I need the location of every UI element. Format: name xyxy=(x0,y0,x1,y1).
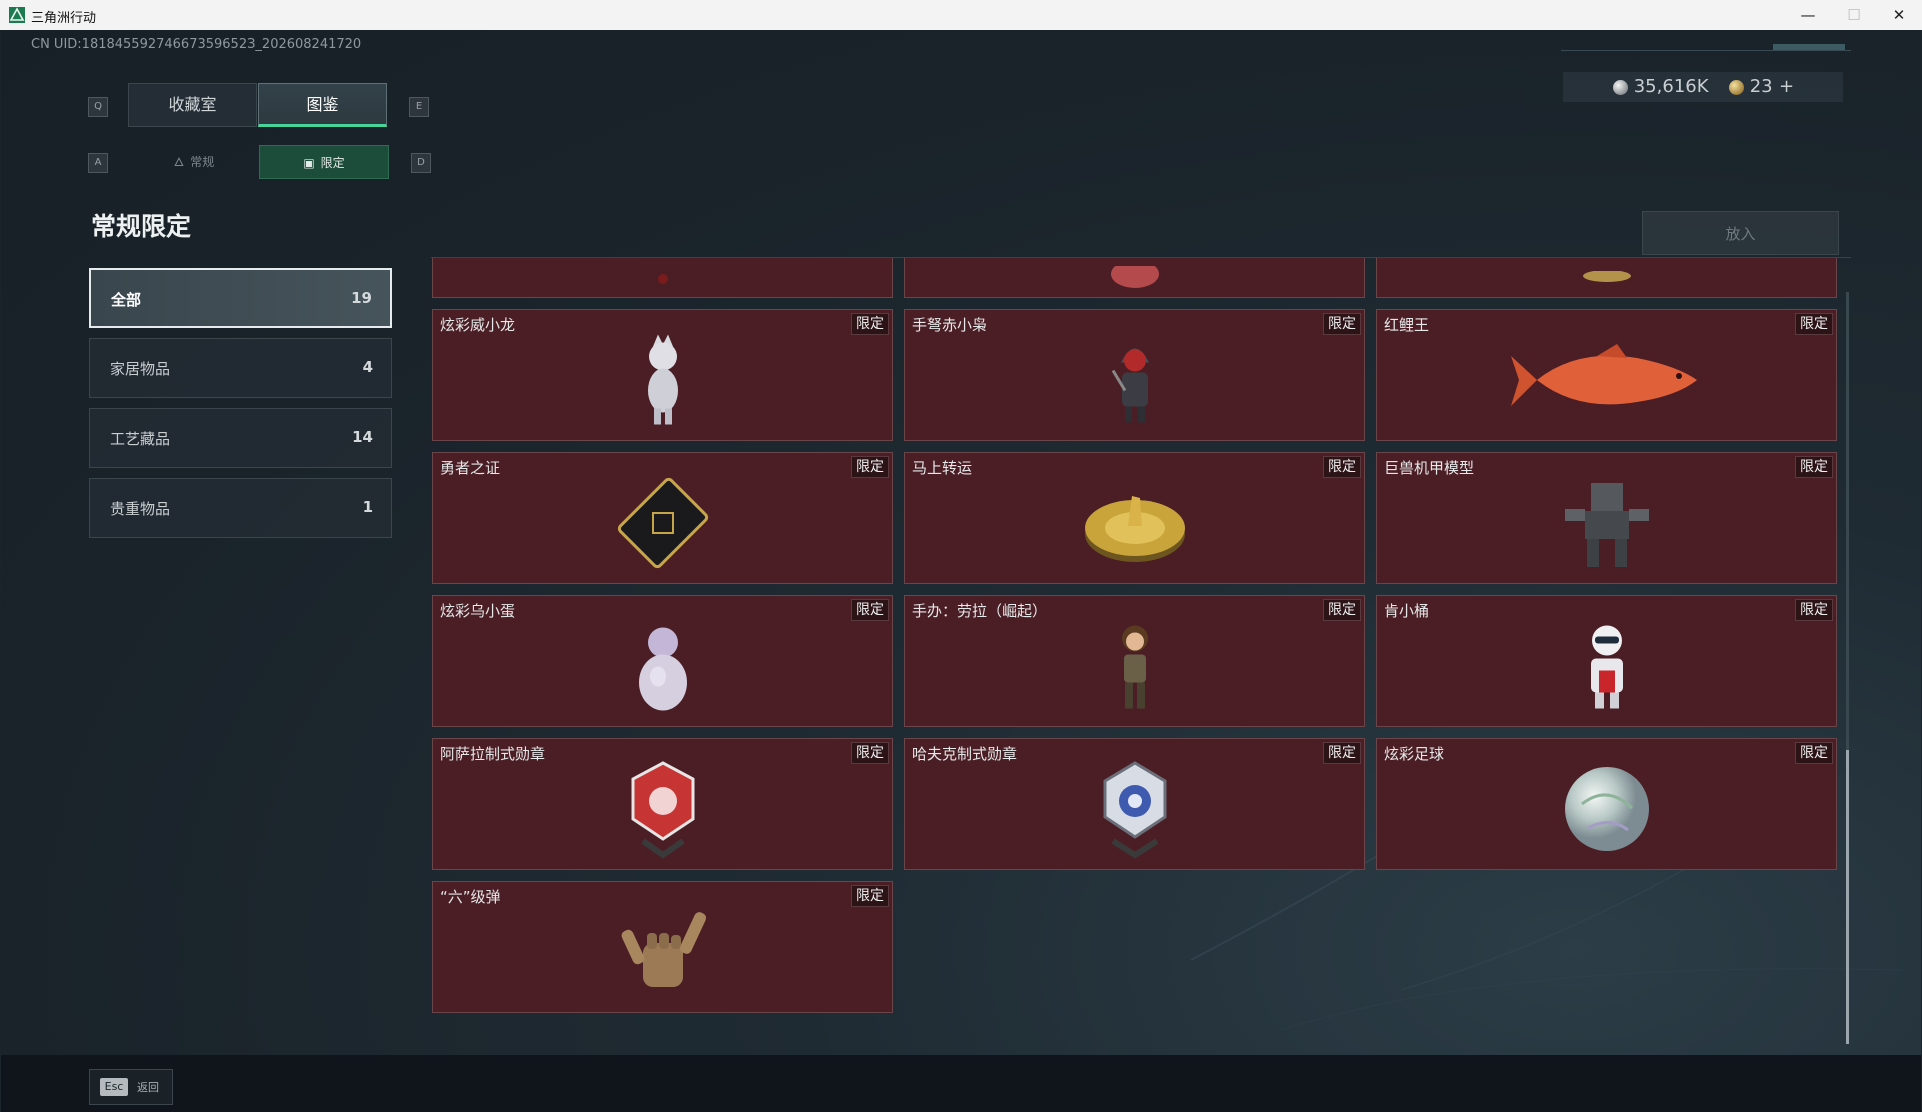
minimize-button[interactable]: — xyxy=(1785,0,1831,30)
limited-badge: 限定 xyxy=(1323,313,1361,335)
item-card[interactable]: 阿萨拉制式勋章 限定 xyxy=(432,738,893,870)
hud-accent xyxy=(1773,44,1845,50)
silver-coin-icon xyxy=(1613,79,1628,95)
maximize-button[interactable]: ☐ xyxy=(1831,0,1877,30)
item-card[interactable]: 炫彩足球 限定 xyxy=(1376,738,1837,870)
limited-badge: 限定 xyxy=(1795,742,1833,764)
category-valuables[interactable]: 贵重物品 1 xyxy=(89,478,392,538)
game-viewport: CN UID:18184559274667359652З_20260824172… xyxy=(1,30,1921,1112)
category-home-items[interactable]: 家居物品 4 xyxy=(89,338,392,398)
window-title: 三角洲行动 xyxy=(31,11,97,26)
limited-badge: 限定 xyxy=(1795,313,1833,335)
gold-coin-icon xyxy=(1729,79,1744,95)
badge-card-icon xyxy=(617,478,708,569)
grid-scrollbar-thumb[interactable] xyxy=(1846,750,1849,1044)
bucket-figure-icon xyxy=(1590,625,1623,709)
limited-badge: 限定 xyxy=(1323,599,1361,621)
item-art xyxy=(1582,271,1631,283)
lara-figure-icon xyxy=(1121,625,1148,709)
item-art xyxy=(1110,266,1159,289)
category-crafts[interactable]: 工艺藏品 14 xyxy=(89,408,392,468)
limited-badge: 限定 xyxy=(1795,599,1833,621)
limited-badge: 限定 xyxy=(1323,456,1361,478)
hand-sign-icon xyxy=(621,912,706,988)
player-uid: CN UID:18184559274667359652З_20260824172… xyxy=(31,37,362,52)
gold-amount: 23 xyxy=(1749,76,1773,97)
bottom-bar: Esc 返回 xyxy=(1,1055,1921,1112)
silver-amount: 35,616K xyxy=(1633,76,1709,97)
next-tab-key[interactable]: E xyxy=(409,97,429,117)
limited-badge: 限定 xyxy=(851,313,889,335)
close-button[interactable]: ✕ xyxy=(1876,0,1922,30)
fortune-wheel-icon xyxy=(1084,496,1185,563)
item-card[interactable]: 马上转运 限定 xyxy=(904,452,1365,584)
limited-badge: 限定 xyxy=(851,599,889,621)
back-label: 返回 xyxy=(137,1081,159,1094)
prev-tab-key[interactable]: Q xyxy=(88,97,108,117)
item-card[interactable]: 炫彩乌小蛋 限定 xyxy=(432,595,893,727)
limited-badge: 限定 xyxy=(851,456,889,478)
item-card[interactable]: 巨兽机甲模型 限定 xyxy=(1376,452,1837,584)
limited-badge: 限定 xyxy=(1795,456,1833,478)
item-card[interactable]: “六”级弹 限定 xyxy=(432,881,893,1013)
item-grid: 炫彩威小龙 限定 手弩赤小枭 限定 红鲤王 限定 勇者之证 限定 马上转运 限定… xyxy=(431,258,1841,1044)
back-button[interactable]: Esc 返回 xyxy=(89,1069,173,1105)
iridescent-football-icon xyxy=(1564,767,1649,852)
item-card[interactable]: 勇者之证 限定 xyxy=(432,452,893,584)
crossbow-figure-icon xyxy=(1111,348,1149,423)
limited-badge: 限定 xyxy=(851,742,889,764)
app-logo-icon xyxy=(9,7,25,23)
item-card-partial[interactable] xyxy=(432,258,893,298)
currency-panel: 35,616K 23 + xyxy=(1563,72,1843,102)
hud-divider xyxy=(1561,50,1851,51)
prev-subtab-key[interactable]: A xyxy=(88,153,108,173)
asala-medal-icon xyxy=(631,761,694,859)
add-currency-button[interactable]: + xyxy=(1779,76,1794,97)
tab-catalog[interactable]: 图鉴 xyxy=(258,83,387,127)
subtab-limited[interactable]: ▣ 限定 xyxy=(259,145,389,179)
flame-icon: 🜂 xyxy=(173,155,185,169)
item-card[interactable]: 手办：劳拉（崛起） 限定 xyxy=(904,595,1365,727)
item-card-partial[interactable] xyxy=(1376,258,1837,298)
item-card[interactable]: 红鲤王 限定 xyxy=(1376,309,1837,441)
section-title: 常规限定 xyxy=(91,212,192,241)
limited-badge: 限定 xyxy=(851,885,889,907)
put-in-button[interactable]: 放入 xyxy=(1642,211,1839,255)
item-card-partial[interactable] xyxy=(904,258,1365,298)
window-titlebar: 三角洲行动 — ☐ ✕ xyxy=(0,0,1922,30)
item-art xyxy=(657,274,668,285)
haavk-medal-icon xyxy=(1103,761,1166,859)
egg-figure-icon xyxy=(638,627,687,711)
dragon-figure-icon xyxy=(647,334,678,425)
item-card[interactable]: 哈夫克制式勋章 限定 xyxy=(904,738,1365,870)
image-icon: ▣ xyxy=(303,156,315,170)
mech-model-icon xyxy=(1564,483,1649,568)
item-card[interactable]: 肯小桶 限定 xyxy=(1376,595,1837,727)
esc-key-hint: Esc xyxy=(100,1078,128,1096)
tab-collection-room[interactable]: 收藏室 xyxy=(128,83,257,127)
subtab-regular[interactable]: 🜂 常规 xyxy=(129,145,259,179)
item-card[interactable]: 炫彩威小龙 限定 xyxy=(432,309,893,441)
red-carp-icon xyxy=(1510,344,1697,407)
category-all[interactable]: 全部 19 xyxy=(89,268,392,328)
next-subtab-key[interactable]: D xyxy=(411,153,431,173)
item-card[interactable]: 手弩赤小枭 限定 xyxy=(904,309,1365,441)
limited-badge: 限定 xyxy=(1323,742,1361,764)
